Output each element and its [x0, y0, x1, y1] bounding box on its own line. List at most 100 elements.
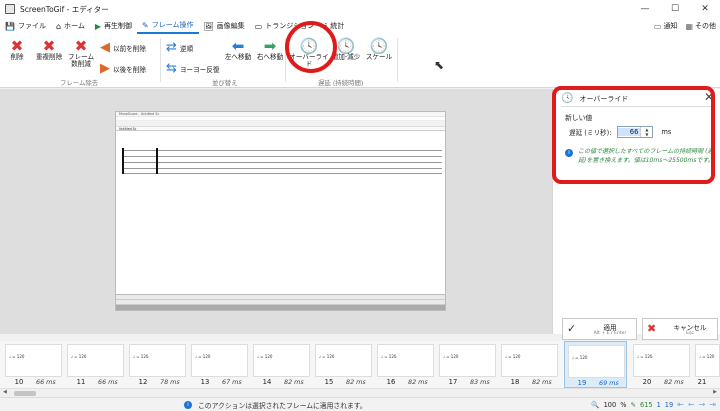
thumb-mini-text: ♩ = 120: [257, 354, 273, 359]
delete-previous-button[interactable]: ◀ 以前を削除: [100, 40, 146, 55]
delay-unit: ms: [661, 128, 672, 136]
frame-thumb-image: ♩ = 120: [501, 344, 558, 377]
frame-delay: 82 ms: [284, 378, 304, 386]
delete-next-button[interactable]: ▶ 以後を削除: [100, 61, 146, 76]
delay-spinner[interactable]: ▲ ▼: [640, 127, 652, 137]
ribbon: ✖ 削除 ✖ 重複削除 ✖ フレーム数削減 ◀ 以前を削除 ▶ 以後を削除 フレ…: [0, 34, 720, 88]
frame-thumb[interactable]: ♩ = 120 17 83 ms: [436, 341, 499, 388]
reduce-frames-button[interactable]: ✖ フレーム数削減: [66, 38, 96, 69]
info-icon: i: [565, 149, 573, 157]
yoyo-button[interactable]: ⇆ ヨーヨー反復: [166, 61, 219, 76]
delay-label: 遅延 (ミリ秒):: [569, 129, 612, 137]
frame-preview: MuseScore - Untitled Sc Untitled Sc: [115, 111, 446, 311]
cancel-button[interactable]: ✖ キャンセル Esc: [642, 318, 718, 340]
home-icon: ⌂: [55, 21, 62, 31]
zoom-value[interactable]: 100: [604, 401, 617, 409]
cancel-x-icon: ✖: [647, 322, 657, 335]
move-left-label: 左へ移動: [224, 53, 252, 61]
total-frames: 615: [640, 400, 653, 409]
scale-button[interactable]: 🕓 スケール: [364, 38, 394, 61]
next-frame-icon[interactable]: →: [699, 400, 706, 409]
frame-thumb[interactable]: ♩ = 120 16 82 ms: [374, 341, 437, 388]
frame-thumb[interactable]: ♩ = 120 12 78 ms: [126, 341, 189, 388]
frame-thumb[interactable]: ♩ = 120 10 66 ms: [2, 341, 65, 388]
frame-delay: 82 ms: [346, 378, 366, 386]
tab-label: フレーム操作: [151, 21, 194, 29]
frame-thumb-image: ♩ = 120: [695, 344, 720, 377]
apply-shortcut: Alt + E / Enter: [593, 331, 627, 336]
highlight-circle: [285, 21, 337, 73]
scroll-left-icon[interactable]: ◀: [3, 389, 7, 395]
frame-thumb[interactable]: ♩ = 120 14 82 ms: [250, 341, 313, 388]
delete-duplicates-button[interactable]: ✖ 重複削除: [32, 38, 66, 61]
reduce-frames-icon: ✖: [74, 37, 88, 55]
scrollbar-thumb[interactable]: [14, 391, 36, 396]
tab-label: 画像編集: [216, 22, 245, 30]
frame-thumb[interactable]: ♩ = 120 18 82 ms: [498, 341, 561, 388]
frame-strip-scrollbar[interactable]: ◀ ▶: [0, 388, 720, 397]
info-icon: i: [184, 401, 192, 409]
notify-label: 通知: [663, 22, 678, 30]
tab-image-edit[interactable]: 🖼 画像編集: [199, 18, 250, 34]
window-title: ScreenToGif - エディター: [20, 4, 109, 14]
delete-duplicates-icon: ✖: [42, 37, 56, 55]
zoom-icon[interactable]: 🔍: [591, 401, 599, 409]
arrow-right-icon: ➡: [263, 37, 277, 55]
frame-thumb-selected[interactable]: ♩ = 120 19 69 ms: [564, 341, 627, 388]
minimize-button[interactable]: —: [630, 0, 660, 18]
reverse-button[interactable]: ⇄ 逆順: [166, 40, 193, 55]
delete-previous-label: 以前を削除: [113, 44, 146, 53]
previous-frame-icon[interactable]: ←: [688, 400, 695, 409]
tab-playback[interactable]: ▶ 再生制御: [90, 18, 137, 34]
delay-input[interactable]: 66 ▲ ▼: [617, 126, 654, 138]
thumb-mini-text: ♩ = 120: [319, 354, 335, 359]
frame-thumb-image: ♩ = 120: [191, 344, 248, 377]
close-button[interactable]: ✕: [690, 0, 720, 18]
frame-thumb-image: ♩ = 120: [129, 344, 186, 377]
delete-button[interactable]: ✖ 削除: [6, 38, 28, 61]
scroll-right-icon[interactable]: ▶: [713, 389, 717, 395]
frame-thumb[interactable]: ♩ = 120 11 66 ms: [64, 341, 127, 388]
thumb-mini-text: ♩ = 120: [71, 354, 87, 359]
frame-thumb[interactable]: ♩ = 120 13 67 ms: [188, 341, 251, 388]
group-label-delay: 遅延 (持続時間): [318, 79, 364, 87]
maximize-button[interactable]: ☐: [660, 0, 690, 18]
delete-next-label: 以後を削除: [113, 65, 146, 74]
frame-thumb[interactable]: ♩ = 120 20 82 ms: [630, 341, 693, 388]
other-button[interactable]: ▦ その他: [685, 21, 716, 31]
reduce-frames-label: フレーム数削減: [67, 53, 95, 69]
notifications-button[interactable]: ▭ 通知: [654, 21, 678, 31]
apply-button[interactable]: ✓ 適用 Alt + E / Enter: [562, 318, 637, 340]
thumb-mini-text: ♩ = 120: [195, 354, 211, 359]
panel-info: i この値で選択したすべてのフレームの持続時間 (遅延)を置き換えます。値は10…: [565, 148, 717, 165]
frame-delay: 69 ms: [599, 379, 619, 387]
tab-home[interactable]: ⌂ ホーム: [51, 18, 90, 34]
image-icon: 🖼: [203, 21, 214, 31]
tab-label: ホーム: [64, 22, 85, 30]
panel-close-button[interactable]: ✕: [704, 90, 714, 104]
preview-tab: Untitled Sc: [116, 127, 445, 131]
frame-thumb-image: ♩ = 120: [315, 344, 372, 377]
tab-file[interactable]: 💾 ファイル: [0, 18, 51, 34]
thumb-mini-text: ♩ = 120: [9, 354, 25, 359]
first-frame-icon[interactable]: ⇤: [677, 400, 684, 409]
preview-staff: [122, 148, 442, 174]
app-icon: [5, 4, 15, 14]
frame-thumb-image: ♩ = 120: [377, 344, 434, 377]
preview-timeline: [116, 294, 445, 310]
frame-number: 21: [697, 378, 707, 386]
move-right-label: 右へ移動: [256, 53, 284, 61]
frame-thumb[interactable]: ♩ = 120 21: [692, 341, 720, 388]
move-left-button[interactable]: ⬅ 左へ移動: [222, 38, 254, 61]
frame-thumb-image: ♩ = 120: [67, 344, 124, 377]
tab-frame-ops[interactable]: ✎ フレーム操作: [137, 18, 199, 34]
frame-thumb[interactable]: ♩ = 120 15 82 ms: [312, 341, 375, 388]
delay-value[interactable]: 66: [618, 128, 641, 136]
delete-duplicates-label: 重複削除: [35, 53, 63, 61]
yoyo-label: ヨーヨー反復: [179, 65, 220, 74]
move-right-button[interactable]: ➡ 右へ移動: [254, 38, 286, 61]
delete-previous-icon: ◀: [100, 40, 110, 55]
frame-delay: 78 ms: [160, 378, 180, 386]
frame-strip: ♩ = 120 10 66 ms ♩ = 120 11 66 ms ♩ = 120 12 7…: [0, 341, 720, 388]
last-frame-icon[interactable]: ⇥: [709, 400, 716, 409]
